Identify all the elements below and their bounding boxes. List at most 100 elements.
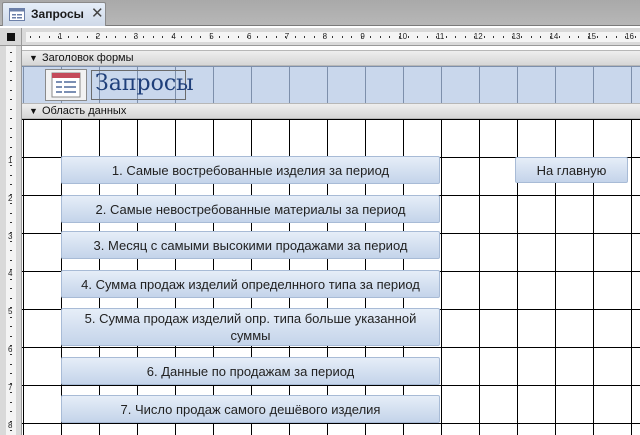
ruler-tick — [124, 36, 126, 38]
ruler-tick — [200, 36, 202, 38]
section-arrow-icon: ▼ — [29, 53, 38, 63]
ruler-tick — [341, 36, 343, 38]
ruler-tick — [10, 155, 12, 157]
ruler-tick — [190, 36, 192, 38]
query-button-7[interactable]: 7. Число продаж самого дешёвого изделия — [61, 395, 440, 423]
query-button-4[interactable]: 4. Сумма продаж изделий определнного тип… — [61, 270, 440, 298]
ruler-tick — [10, 411, 12, 413]
form-icon — [9, 8, 25, 21]
ruler-mark: 4 — [8, 269, 13, 279]
ruler-tick — [615, 36, 617, 38]
ruler-mark: 2 — [8, 193, 13, 203]
ruler-tick — [10, 174, 12, 176]
ruler-tick — [474, 36, 476, 38]
ruler-tick — [332, 36, 334, 38]
form-logo-graphic — [51, 72, 81, 98]
query-button-6[interactable]: 6. Данные по продажам за период — [61, 357, 440, 385]
form-selector[interactable] — [0, 28, 22, 46]
query-button-1[interactable]: 1. Самые востребованные изделия за перио… — [61, 156, 440, 184]
form-title-label[interactable]: Запросы — [91, 70, 194, 100]
ruler-tick — [10, 326, 12, 328]
section-detail-label: Область данных — [42, 105, 127, 117]
ruler-tick — [10, 316, 12, 318]
ruler-tick — [10, 269, 12, 271]
ruler-tick — [237, 36, 239, 38]
ruler-tick — [10, 118, 12, 120]
tab-zaprosy[interactable]: Запросы ✕ — [2, 2, 106, 26]
ruler-tick — [578, 36, 580, 38]
ruler-tick — [530, 36, 532, 38]
ruler-tick — [436, 36, 438, 38]
ruler-tick — [219, 36, 220, 38]
ruler-tick — [521, 36, 523, 38]
ruler-tick — [351, 36, 353, 38]
ruler-tick — [10, 278, 12, 280]
ruler-tick — [10, 184, 12, 186]
vertical-ruler: 1 2 3 4 5 6 7 8 — [0, 46, 22, 435]
ruler-tick — [559, 36, 561, 38]
ruler-tick — [10, 297, 12, 299]
ruler-tick — [67, 36, 69, 38]
ruler-tick — [10, 241, 12, 242]
ruler-tick — [275, 36, 277, 38]
section-bar-detail[interactable]: ▼ Область данных — [22, 103, 640, 119]
ruler-tick — [115, 36, 117, 38]
ruler-tick — [10, 259, 12, 261]
ruler-tick — [322, 36, 324, 38]
ruler-tick — [360, 36, 362, 38]
ruler-tick — [540, 36, 542, 38]
ruler-tick — [464, 36, 466, 38]
ruler-tick — [30, 36, 31, 38]
query-button-2[interactable]: 2. Самые невостребованные материалы за п… — [61, 195, 440, 223]
ruler-tick — [606, 36, 608, 38]
ruler-tick — [181, 36, 183, 38]
ruler-tick — [389, 36, 391, 38]
query-button-3[interactable]: 3. Месяц с самыми высокими продажами за … — [61, 231, 440, 259]
ruler-tick — [105, 36, 107, 38]
ruler-tick — [483, 36, 485, 38]
ruler-mark: 8 — [8, 420, 13, 430]
ruler-tick — [426, 36, 428, 38]
ruler-tick — [511, 36, 513, 38]
ruler-tick — [48, 36, 50, 38]
ruler-tick — [304, 36, 306, 38]
section-header-label: Заголовок формы — [42, 52, 134, 64]
ruler-tick — [10, 80, 12, 82]
ruler-tick — [10, 99, 12, 101]
ruler-tick — [597, 36, 598, 38]
ruler-tick — [10, 401, 12, 403]
ruler-tick — [313, 36, 315, 38]
document-tab-strip: Запросы ✕ — [0, 0, 640, 26]
ruler-tick — [152, 36, 154, 38]
ruler-tick — [10, 430, 12, 431]
ruler-tick — [10, 288, 12, 290]
ruler-tick — [162, 36, 164, 38]
ruler-tick — [568, 36, 570, 38]
ruler-tick — [10, 420, 12, 422]
ruler-tick — [625, 36, 627, 38]
ruler-tick — [10, 193, 12, 195]
section-bar-header[interactable]: ▼ Заголовок формы — [22, 50, 640, 66]
ruler-tick — [256, 36, 258, 38]
ruler-tick — [247, 36, 249, 38]
ruler-tick — [445, 36, 447, 38]
form-logo-icon[interactable] — [45, 69, 87, 101]
ruler-tick — [10, 70, 12, 72]
ruler-mark: 5 — [8, 307, 13, 317]
ruler-mark: 7 — [8, 382, 13, 392]
ruler-tick — [634, 36, 636, 38]
ruler-tick — [209, 36, 211, 38]
query-button-5[interactable]: 5. Сумма продаж изделий опр. типа больше… — [61, 308, 440, 346]
ruler-tick — [379, 36, 381, 38]
ruler-tick — [370, 36, 372, 38]
ruler-tick — [86, 36, 88, 38]
ruler-tick — [502, 36, 504, 38]
ruler-tick — [455, 36, 457, 38]
ruler-tick — [493, 36, 495, 38]
ruler-tick — [77, 36, 79, 38]
home-button[interactable]: На главную — [515, 157, 628, 183]
ruler-tick — [96, 36, 98, 38]
ruler-tick — [10, 382, 12, 384]
horizontal-ruler: 1 2 3 4 5 6 7 8 9 10 11 12 13 14 15 16 — [22, 28, 640, 46]
close-icon[interactable]: ✕ — [91, 4, 104, 22]
